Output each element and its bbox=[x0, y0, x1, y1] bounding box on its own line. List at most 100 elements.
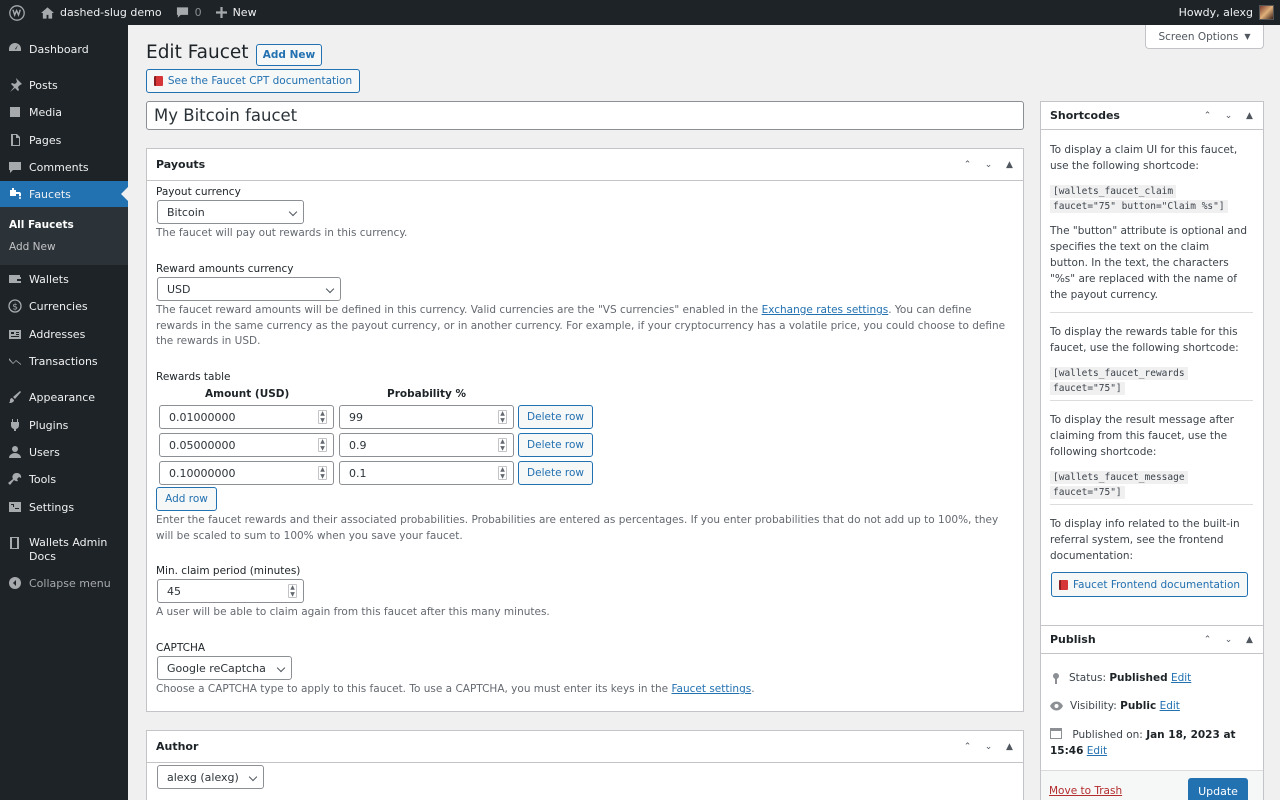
post-title-input[interactable] bbox=[146, 101, 1024, 130]
payout-currency-desc: The faucet will pay out rewards in this … bbox=[156, 227, 408, 239]
faucet-settings-link[interactable]: Faucet settings bbox=[671, 683, 751, 695]
new-label: New bbox=[232, 6, 257, 19]
move-up-icon[interactable]: ⌃ bbox=[957, 156, 978, 174]
my-account-link[interactable]: Howdy, alexg bbox=[1172, 0, 1280, 25]
sidebar-item-comments[interactable]: Comments bbox=[0, 154, 128, 180]
move-down-icon[interactable]: ⌄ bbox=[1218, 107, 1239, 125]
submenu-all-faucets[interactable]: All Faucets bbox=[9, 219, 74, 231]
sidebar-item-tools[interactable]: Tools bbox=[0, 466, 128, 492]
reward-amount-input[interactable]: 0.10000000 ▲ ▼ bbox=[159, 461, 334, 485]
sidebar-item-addresses[interactable]: Addresses bbox=[0, 321, 128, 347]
captcha-desc-end: . bbox=[751, 683, 755, 695]
claim-period-input[interactable]: 45 ▲ ▼ bbox=[157, 579, 304, 603]
sidebar-item-wallets[interactable]: Wallets bbox=[0, 266, 128, 292]
brush-icon bbox=[8, 390, 22, 404]
status-value: Published bbox=[1109, 672, 1168, 684]
spinner-icon[interactable]: ▲ ▼ bbox=[318, 466, 327, 480]
sidebar-item-settings[interactable]: Settings bbox=[0, 494, 128, 520]
captcha-select[interactable]: Google reCaptcha bbox=[157, 656, 292, 680]
screen-options-label: Screen Options bbox=[1158, 30, 1239, 43]
sidebar-item-faucets[interactable]: Faucets bbox=[0, 181, 128, 207]
delete-row-button[interactable]: Delete row bbox=[518, 405, 593, 429]
rewards-table-desc: Enter the faucet rewards and their assoc… bbox=[156, 514, 999, 542]
sidebar-item-dashboard[interactable]: Dashboard bbox=[0, 36, 128, 62]
sidebar-item-pages[interactable]: Pages bbox=[0, 127, 128, 153]
faucet-doc-label: See the Faucet CPT documentation bbox=[167, 75, 353, 87]
edit-status-link[interactable]: Edit bbox=[1171, 672, 1191, 684]
move-up-icon[interactable]: ⌃ bbox=[957, 738, 978, 756]
captcha-label: CAPTCHA bbox=[156, 642, 206, 654]
sidebar-item-label: Media bbox=[29, 105, 63, 119]
spinner-icon[interactable]: ▲ ▼ bbox=[498, 410, 507, 424]
sidebar-item-posts[interactable]: Posts bbox=[0, 72, 128, 98]
amount-value: 0.01000000 bbox=[169, 410, 236, 424]
move-down-icon[interactable]: ⌄ bbox=[978, 738, 999, 756]
payouts-header: Payouts ⌃ ⌄ ▲ bbox=[147, 149, 1023, 181]
faucets-submenu: All Faucets Add New bbox=[0, 207, 128, 265]
reward-currency-select[interactable]: USD bbox=[157, 277, 341, 301]
site-name-link[interactable]: dashed-slug demo bbox=[34, 0, 169, 25]
add-row-button[interactable]: Add row bbox=[156, 487, 217, 511]
sidebar-item-plugins[interactable]: Plugins bbox=[0, 412, 128, 438]
move-up-icon[interactable]: ⌃ bbox=[1197, 107, 1218, 125]
caret-down-icon: ▼ bbox=[1244, 32, 1251, 41]
edit-visibility-link[interactable]: Edit bbox=[1160, 700, 1180, 712]
sidebar-item-label: Transactions bbox=[29, 354, 98, 368]
spinner-icon[interactable]: ▲ ▼ bbox=[318, 410, 327, 424]
comments-link[interactable]: 0 bbox=[169, 0, 209, 25]
submenu-add-new[interactable]: Add New bbox=[9, 241, 56, 253]
add-new-button[interactable]: Add New bbox=[256, 44, 322, 66]
reward-probability-input[interactable]: 99 ▲ ▼ bbox=[339, 405, 514, 429]
move-down-icon[interactable]: ⌄ bbox=[1218, 631, 1239, 649]
new-content-link[interactable]: New bbox=[209, 0, 264, 25]
spinner-icon[interactable]: ▲ ▼ bbox=[288, 584, 297, 598]
sidebar-item-currencies[interactable]: $ Currencies bbox=[0, 293, 128, 319]
main-content: Screen Options ▼ Edit Faucet Add New See… bbox=[146, 25, 1280, 800]
delete-row-button[interactable]: Delete row bbox=[518, 461, 593, 485]
sidebar-item-label: Currencies bbox=[29, 299, 88, 313]
sidebar-item-label: Addresses bbox=[29, 327, 86, 341]
pin-icon bbox=[8, 78, 22, 92]
reward-amount-input[interactable]: 0.01000000 ▲ ▼ bbox=[159, 405, 334, 429]
sidebar-item-label: Tools bbox=[29, 472, 57, 486]
frontend-doc-button[interactable]: Faucet Frontend documentation bbox=[1051, 572, 1248, 597]
toggle-panel-icon[interactable]: ▲ bbox=[1239, 107, 1260, 125]
wordpress-logo-button[interactable] bbox=[0, 0, 34, 25]
spinner-icon[interactable]: ▲ ▼ bbox=[498, 438, 507, 452]
frontend-doc-label: Faucet Frontend documentation bbox=[1072, 578, 1241, 591]
toggle-panel-icon[interactable]: ▲ bbox=[1239, 631, 1260, 649]
toggle-panel-icon[interactable]: ▲ bbox=[999, 738, 1020, 756]
sidebar-item-appearance[interactable]: Appearance bbox=[0, 384, 128, 410]
move-down-icon[interactable]: ⌄ bbox=[978, 156, 999, 174]
reward-amount-input[interactable]: 0.05000000 ▲ ▼ bbox=[159, 433, 334, 457]
author-select[interactable]: alexg (alexg) bbox=[157, 765, 264, 789]
collapse-menu-button[interactable]: Collapse menu bbox=[0, 570, 128, 596]
exchange-rates-link[interactable]: Exchange rates settings bbox=[762, 304, 889, 316]
edit-date-link[interactable]: Edit bbox=[1087, 745, 1107, 757]
sidebar-item-media[interactable]: Media bbox=[0, 99, 128, 125]
update-button[interactable]: Update bbox=[1188, 778, 1248, 800]
move-to-trash-link[interactable]: Move to Trash bbox=[1049, 785, 1122, 797]
spinner-icon[interactable]: ▲ ▼ bbox=[498, 466, 507, 480]
sidebar-item-wallets-admin-docs[interactable]: Wallets Admin Docs bbox=[0, 530, 128, 564]
sidebar-item-label: Users bbox=[29, 445, 60, 459]
faucet-doc-button[interactable]: See the Faucet CPT documentation bbox=[146, 69, 360, 93]
delete-row-button[interactable]: Delete row bbox=[518, 433, 593, 457]
sidebar-item-label: Faucets bbox=[29, 187, 71, 201]
move-up-icon[interactable]: ⌃ bbox=[1197, 631, 1218, 649]
reward-probability-input[interactable]: 0.9 ▲ ▼ bbox=[339, 433, 514, 457]
sidebar-item-users[interactable]: Users bbox=[0, 439, 128, 465]
reward-probability-input[interactable]: 0.1 ▲ ▼ bbox=[339, 461, 514, 485]
author-header: Author ⌃ ⌄ ▲ bbox=[147, 731, 1023, 763]
payout-currency-select[interactable]: Bitcoin bbox=[157, 200, 304, 224]
screen-options-button[interactable]: Screen Options ▼ bbox=[1145, 25, 1264, 49]
toggle-panel-icon[interactable]: ▲ bbox=[999, 156, 1020, 174]
sidebar-item-transactions[interactable]: Transactions bbox=[0, 348, 128, 374]
spinner-icon[interactable]: ▲ ▼ bbox=[318, 438, 327, 452]
book-icon bbox=[8, 536, 22, 550]
howdy-greeting: Howdy, alexg bbox=[1178, 6, 1253, 19]
sidebar-item-label: Dashboard bbox=[29, 42, 89, 56]
divider bbox=[1050, 504, 1253, 505]
reward-currency-value: USD bbox=[167, 282, 191, 296]
chevron-down-icon bbox=[325, 284, 335, 294]
